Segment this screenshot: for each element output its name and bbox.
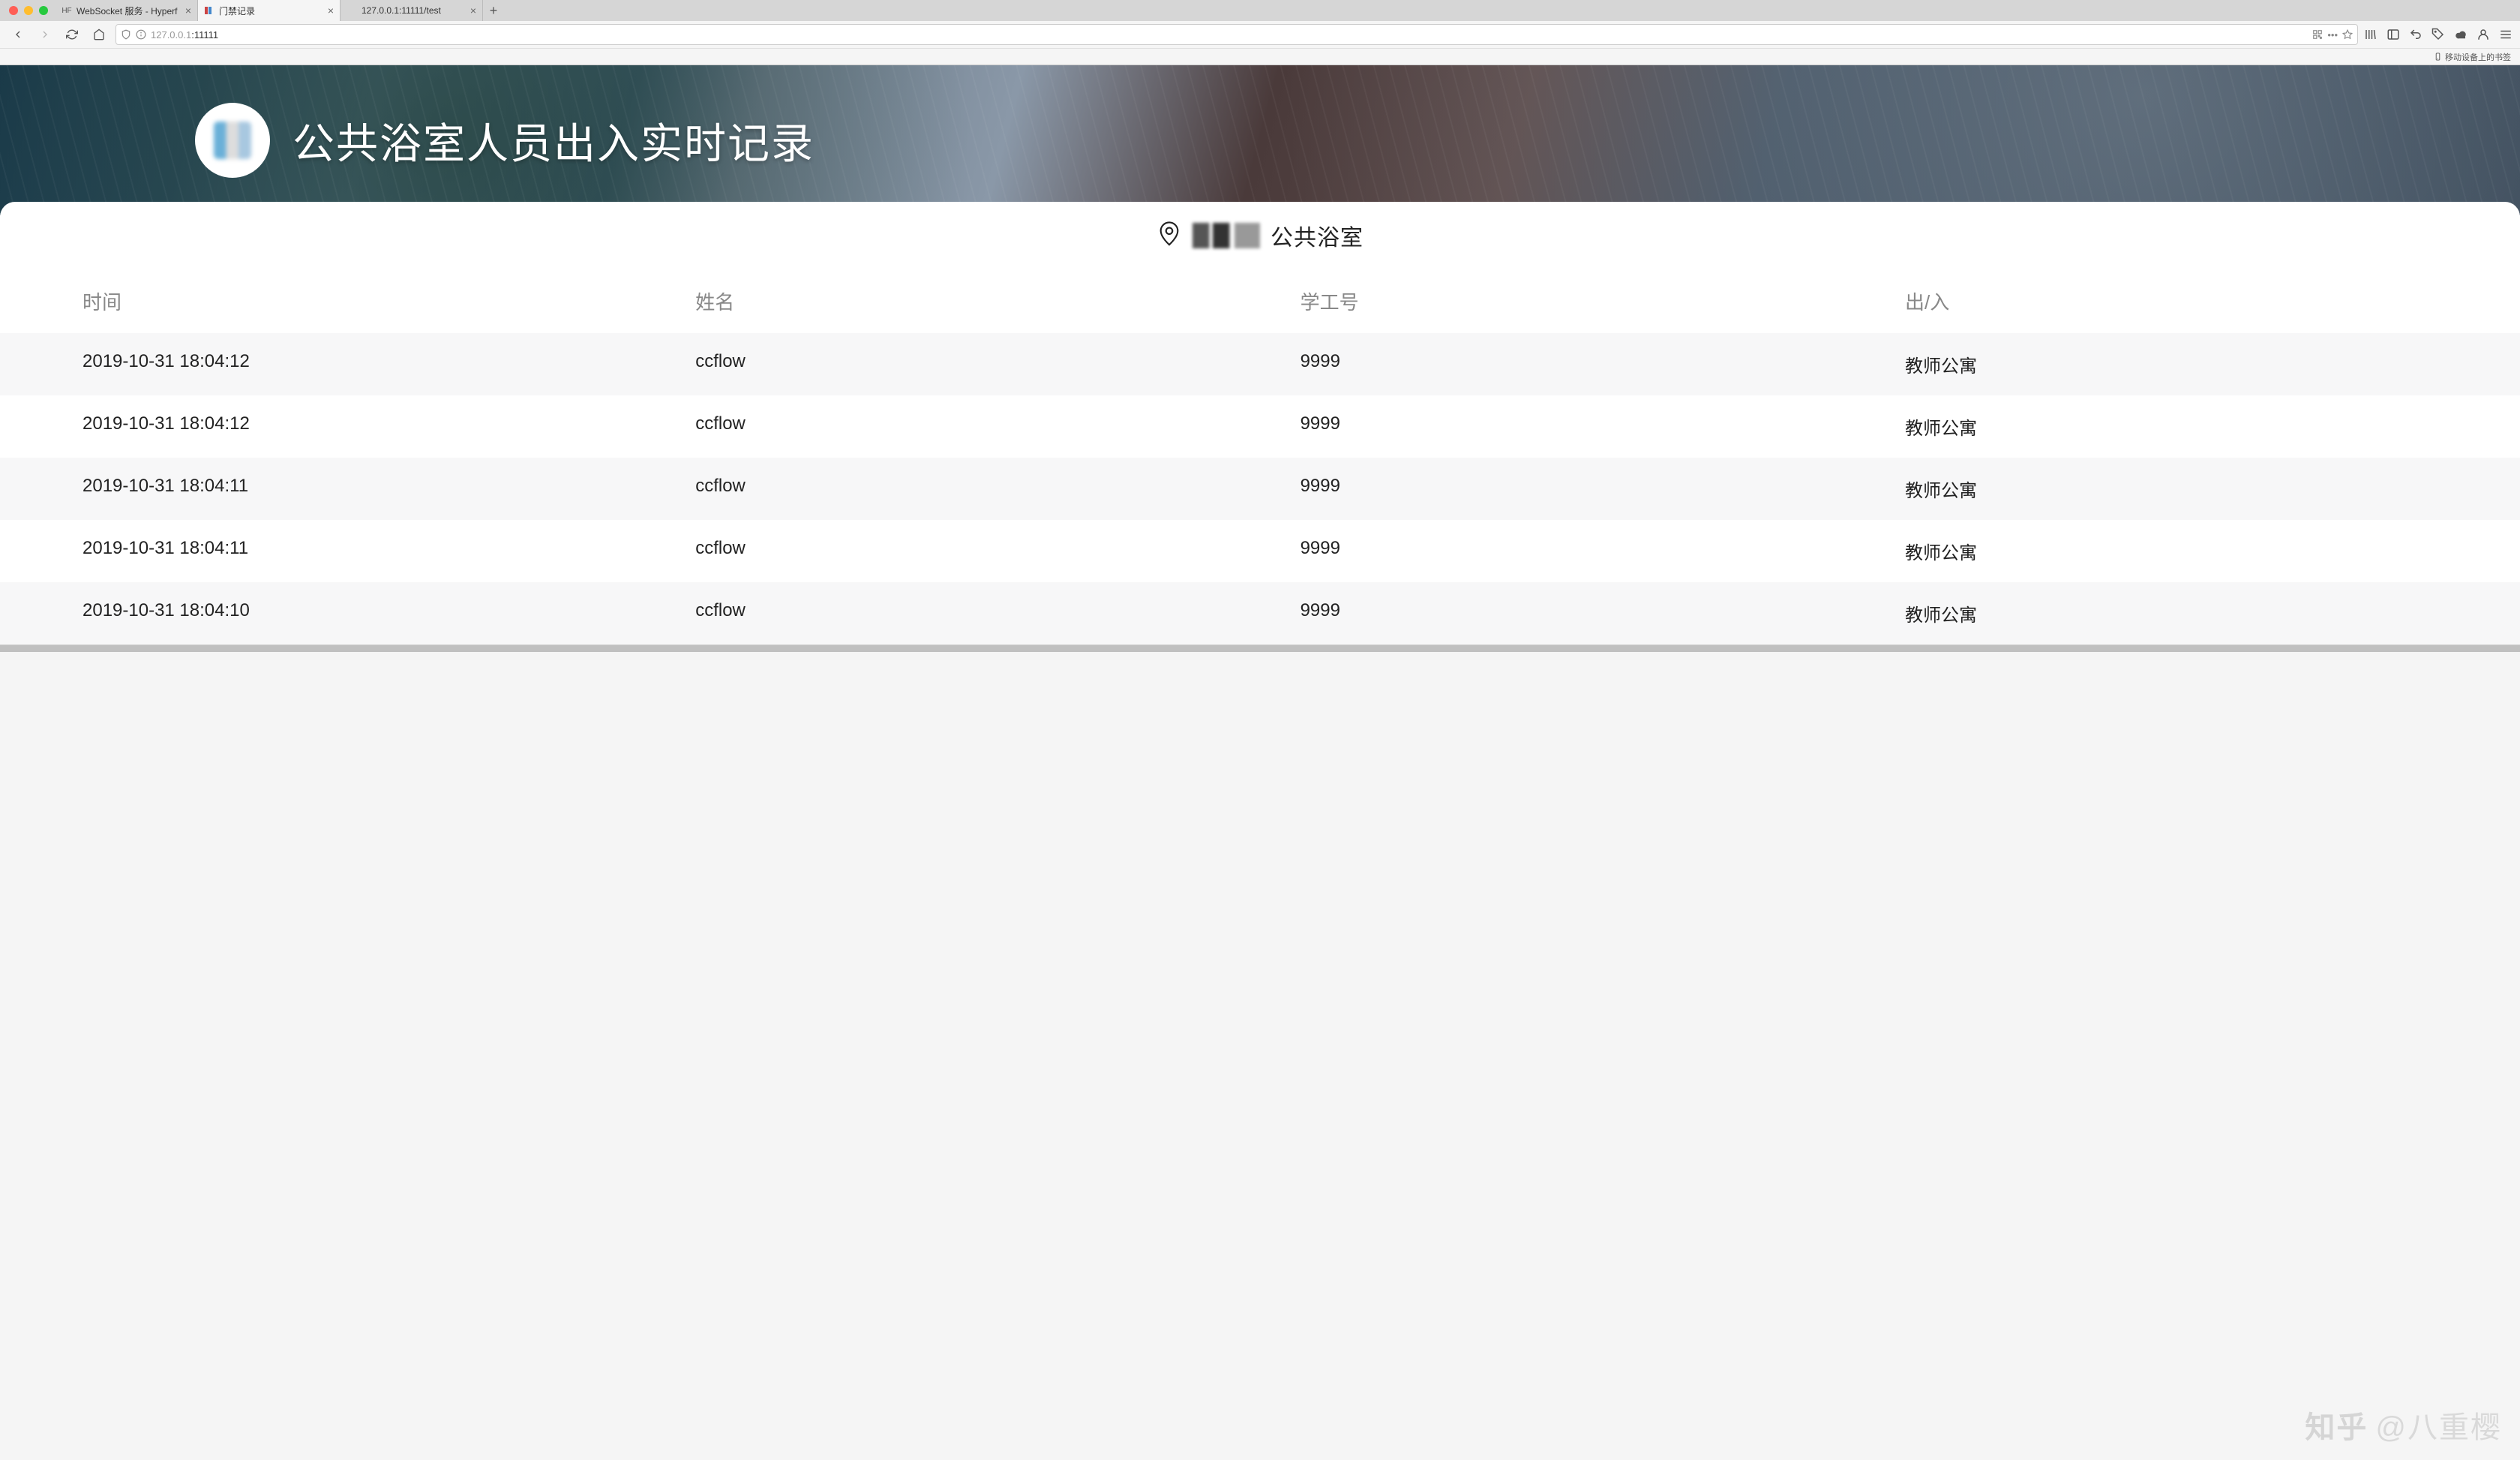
cell-id: 9999 — [1286, 413, 1890, 440]
cell-name: ccflow — [680, 538, 1285, 564]
cell-id: 9999 — [1286, 351, 1890, 377]
cell-direction: 教师公寓 — [1890, 538, 2520, 564]
reload-button[interactable] — [62, 24, 82, 45]
close-icon[interactable]: × — [185, 5, 191, 17]
home-button[interactable] — [88, 24, 110, 45]
cell-id: 9999 — [1286, 600, 1890, 626]
watermark-user: @八重樱 — [2375, 1403, 2502, 1446]
cell-time: 2019-10-31 18:04:12 — [0, 351, 680, 377]
hero-logo — [195, 103, 270, 178]
bookmark-label: 移动设备上的书签 — [2445, 51, 2511, 63]
scrollbar-thumb[interactable] — [0, 645, 2520, 652]
cell-direction: 教师公寓 — [1890, 476, 2520, 502]
library-icon[interactable] — [2364, 28, 2378, 41]
cell-direction: 教师公寓 — [1890, 413, 2520, 440]
browser-tab-active[interactable]: 门禁记录 × — [198, 0, 340, 21]
cell-name: ccflow — [680, 476, 1285, 502]
table-row: 2019-10-31 18:04:10ccflow9999教师公寓 — [0, 582, 2520, 644]
window-minimize-button[interactable] — [24, 6, 33, 15]
cell-id: 9999 — [1286, 476, 1890, 502]
cell-time: 2019-10-31 18:04:11 — [0, 476, 680, 502]
table-header-row: 时间 姓名 学工号 出/入 — [0, 269, 2520, 333]
more-icon[interactable]: ••• — [2327, 29, 2338, 41]
records-table: 时间 姓名 学工号 出/入 2019-10-31 18:04:12ccflow9… — [0, 269, 2520, 644]
browser-tab[interactable]: HF WebSocket 服务 - Hyperf × — [56, 0, 198, 21]
cloud-icon[interactable] — [2454, 28, 2468, 41]
back-button[interactable] — [8, 24, 28, 45]
table-row: 2019-10-31 18:04:12ccflow9999教师公寓 — [0, 333, 2520, 395]
location-name-censored — [1192, 223, 1260, 248]
location-bar: 公共浴室 — [0, 202, 2520, 269]
location-suffix: 公共浴室 — [1270, 219, 1364, 252]
forward-button[interactable] — [34, 24, 56, 45]
bookmark-star-icon[interactable] — [2342, 29, 2353, 40]
toolbar-right — [2364, 28, 2512, 41]
sidebar-icon[interactable] — [2386, 28, 2400, 41]
menu-icon[interactable] — [2499, 28, 2512, 41]
cell-time: 2019-10-31 18:04:10 — [0, 600, 680, 626]
undo-icon[interactable] — [2409, 28, 2422, 41]
cell-direction: 教师公寓 — [1890, 351, 2520, 377]
tab-favicon: HF — [62, 5, 72, 16]
address-bar[interactable]: 127.0.0.1:11111 ••• — [116, 24, 2358, 45]
table-row: 2019-10-31 18:04:12ccflow9999教师公寓 — [0, 395, 2520, 458]
cell-time: 2019-10-31 18:04:12 — [0, 413, 680, 440]
address-text: 127.0.0.1:11111 — [151, 29, 2308, 41]
cell-name: ccflow — [680, 351, 1285, 377]
window-controls — [6, 6, 56, 15]
cell-direction: 教师公寓 — [1890, 600, 2520, 626]
info-icon[interactable] — [136, 29, 146, 40]
bookmark-bar: 移动设备上的书签 — [0, 48, 2520, 65]
watermark: 知乎 @八重樱 — [2305, 1403, 2502, 1446]
window-close-button[interactable] — [9, 6, 18, 15]
cell-id: 9999 — [1286, 538, 1890, 564]
table-row: 2019-10-31 18:04:11ccflow9999教师公寓 — [0, 520, 2520, 582]
tab-title: 127.0.0.1:11111/test — [362, 5, 466, 16]
close-icon[interactable]: × — [328, 5, 334, 17]
new-tab-button[interactable]: + — [483, 0, 504, 21]
cell-name: ccflow — [680, 413, 1285, 440]
window-maximize-button[interactable] — [39, 6, 48, 15]
close-icon[interactable]: × — [470, 5, 476, 17]
col-name: 姓名 — [680, 287, 1285, 315]
tab-favicon — [204, 5, 214, 16]
watermark-brand: 知乎 — [2305, 1403, 2368, 1446]
browser-tab[interactable]: 127.0.0.1:11111/test × — [340, 0, 483, 21]
page-content: 公共浴室人员出入实时记录 公共浴室 时间 姓名 学工号 出/入 2019-10-… — [0, 65, 2520, 644]
tab-title: WebSocket 服务 - Hyperf — [76, 5, 181, 17]
cell-name: ccflow — [680, 600, 1285, 626]
tag-icon[interactable] — [2432, 28, 2445, 41]
col-time: 时间 — [0, 287, 680, 315]
cell-time: 2019-10-31 18:04:11 — [0, 538, 680, 564]
col-id: 学工号 — [1286, 287, 1890, 315]
page-title: 公共浴室人员出入实时记录 — [292, 110, 814, 171]
table-row: 2019-10-31 18:04:11ccflow9999教师公寓 — [0, 458, 2520, 520]
browser-chrome: HF WebSocket 服务 - Hyperf × 门禁记录 × 127.0.… — [0, 0, 2520, 65]
hero-banner: 公共浴室人员出入实时记录 — [0, 65, 2520, 215]
tab-title: 门禁记录 — [219, 5, 323, 17]
qr-icon[interactable] — [2312, 29, 2323, 40]
location-pin-icon — [1156, 221, 1182, 251]
account-icon[interactable] — [2476, 28, 2490, 41]
bookmark-mobile[interactable]: 移动设备上的书签 — [2434, 51, 2511, 63]
tab-strip: HF WebSocket 服务 - Hyperf × 门禁记录 × 127.0.… — [0, 0, 2520, 21]
horizontal-scrollbar[interactable] — [0, 644, 2520, 652]
shield-icon[interactable] — [121, 29, 131, 40]
browser-toolbar: 127.0.0.1:11111 ••• — [0, 21, 2520, 48]
col-direction: 出/入 — [1890, 287, 2520, 315]
tab-favicon — [346, 5, 357, 16]
